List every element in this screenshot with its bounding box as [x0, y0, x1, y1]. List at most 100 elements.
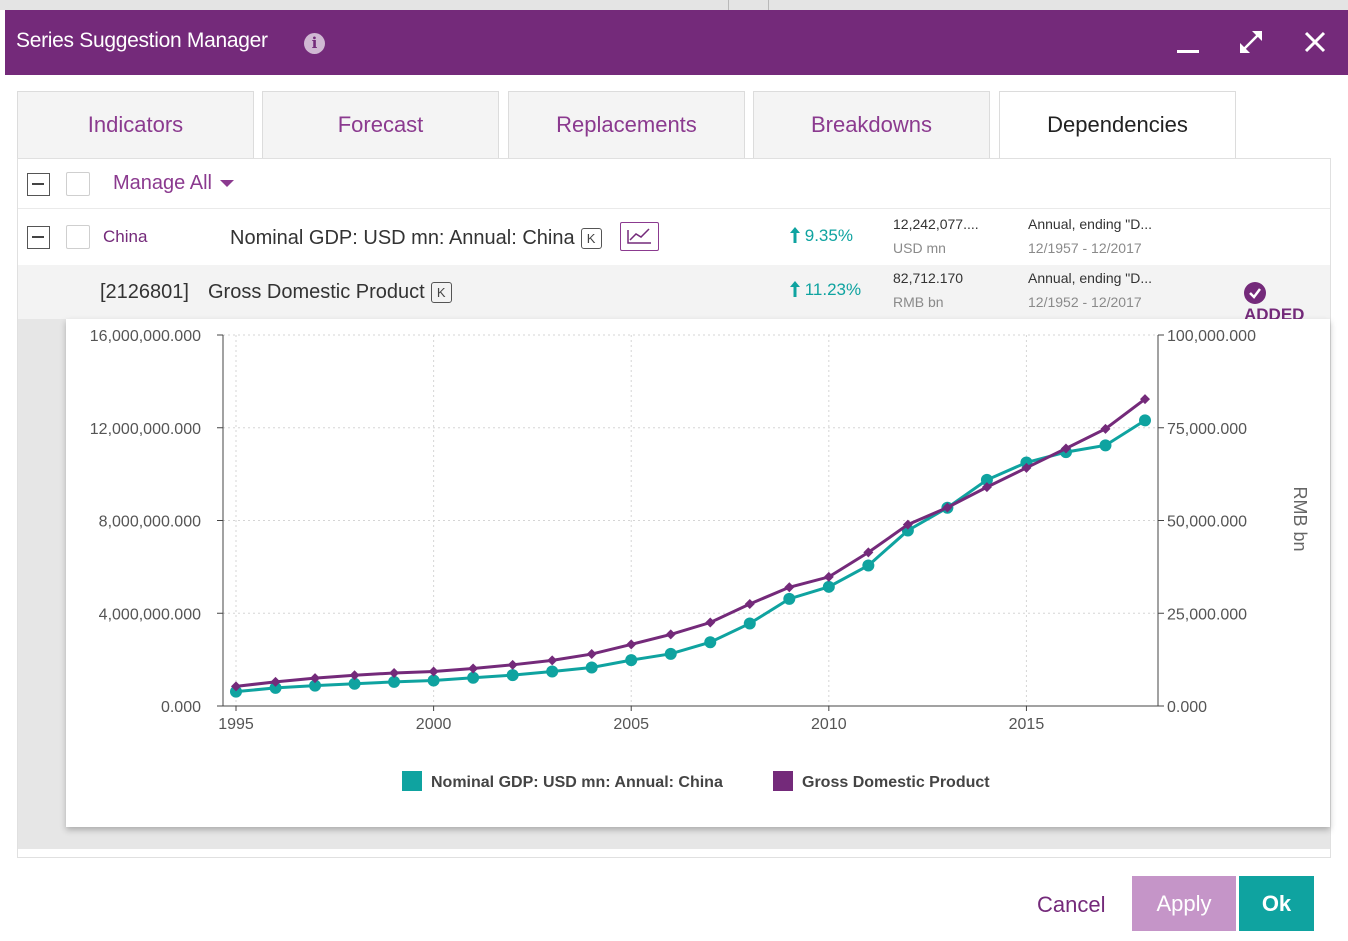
left-axis-tick-label: 4,000,000.000	[99, 606, 201, 623]
right-axis-tick-label: 50,000.000	[1167, 514, 1247, 531]
data-point	[547, 655, 558, 666]
series-line	[235, 397, 1146, 688]
manage-toolbar: Manage All	[18, 159, 1330, 209]
dialog-title: Series Suggestion Manager	[16, 29, 268, 52]
data-point	[783, 592, 796, 605]
view-chart-button[interactable]	[620, 222, 659, 251]
data-point	[506, 669, 519, 682]
chart-container: 16,000,000.000 12,000,000.000 8,000,000.00…	[18, 319, 1330, 849]
data-point	[704, 636, 717, 649]
series-row-gdp[interactable]: [2126801] Gross Domestic Product K 11.23%…	[18, 265, 1330, 324]
data-point	[705, 617, 716, 628]
data-point	[507, 659, 518, 670]
tab-replacements[interactable]: Replacements	[508, 91, 745, 158]
x-axis-tick-label: 2010	[811, 716, 847, 733]
tab-breakdowns[interactable]: Breakdowns	[753, 91, 990, 158]
change-indicator: 11.23%	[790, 280, 861, 300]
key-series-badge: K	[580, 228, 602, 249]
chart-card: 16,000,000.000 12,000,000.000 8,000,000.00…	[66, 319, 1330, 827]
key-series-badge: K	[430, 282, 452, 303]
tab-indicators[interactable]: Indicators	[17, 91, 254, 158]
change-percent: 9.35%	[804, 226, 853, 245]
check-circle-icon	[1244, 282, 1266, 304]
tab-forecast[interactable]: Forecast	[262, 91, 499, 158]
data-point	[1139, 414, 1151, 427]
close-button[interactable]	[1295, 22, 1335, 62]
data-point	[665, 629, 676, 640]
tab-dependencies[interactable]: Dependencies	[999, 91, 1236, 159]
latest-value: 12,242,077....	[893, 216, 979, 232]
x-axis-tick-label: 2015	[1009, 716, 1045, 733]
data-point	[744, 598, 755, 609]
expand-icon	[1240, 31, 1262, 53]
manage-all-label: Manage All	[113, 172, 212, 194]
arrow-up-icon	[790, 227, 800, 243]
cancel-button[interactable]: Cancel	[1025, 884, 1117, 926]
frequency-label: Annual, ending "D...	[1028, 270, 1153, 286]
data-point	[743, 617, 756, 630]
collapse-all-toggle[interactable]	[27, 173, 50, 196]
apply-button[interactable]: Apply	[1132, 876, 1236, 931]
row-series-name: Nominal GDP: USD mn: Annual: China	[230, 227, 575, 249]
series-id: [2126801]	[100, 281, 189, 303]
minimize-icon	[1177, 50, 1199, 53]
series-suggestion-manager-dialog: Series Suggestion Manager i Indicators F…	[5, 10, 1348, 941]
change-percent: 11.23%	[804, 280, 862, 299]
row-country: China	[103, 227, 148, 246]
legend-swatch	[773, 771, 793, 791]
unit-label: USD mn	[893, 240, 946, 256]
info-icon[interactable]: i	[304, 33, 325, 54]
series-row-nominal-gdp[interactable]: China Nominal GDP: USD mn: Annual: China…	[18, 211, 1330, 265]
data-point	[822, 580, 835, 593]
data-point	[625, 654, 638, 667]
data-point	[784, 582, 795, 593]
background-strip	[0, 0, 1348, 10]
row-series-name: Gross Domestic Product	[208, 281, 425, 303]
latest-value: 82,712.170	[893, 270, 964, 286]
change-indicator: 9.35%	[790, 226, 853, 246]
data-point	[546, 665, 559, 678]
background-divider	[768, 0, 769, 10]
data-point	[586, 649, 597, 660]
dependencies-panel: Manage All China Nominal GDP: USD mn: An…	[17, 158, 1331, 858]
collapse-row-toggle[interactable]	[27, 226, 50, 249]
legend-label: Nominal GDP: USD mn: Annual: China	[431, 774, 723, 791]
data-point	[664, 647, 677, 660]
expand-button[interactable]	[1231, 22, 1271, 62]
minimize-button[interactable]	[1168, 22, 1208, 62]
chevron-down-icon	[219, 180, 234, 188]
right-axis-tick-label: 25,000.000	[1167, 606, 1247, 623]
legend-label: Gross Domestic Product	[802, 774, 990, 791]
ok-button[interactable]: Ok	[1239, 876, 1314, 931]
data-point	[626, 639, 637, 650]
tab-bar: Indicators Forecast Replacements Breakdo…	[17, 91, 1331, 159]
arrow-up-icon	[790, 281, 800, 297]
left-axis-tick-label: 12,000,000.000	[90, 421, 201, 438]
frequency-label: Annual, ending "D...	[1028, 216, 1153, 232]
legend-swatch	[402, 771, 422, 791]
data-point	[862, 559, 875, 572]
right-axis-tick-label: 100,000.000	[1167, 328, 1256, 345]
manage-all-dropdown[interactable]: Manage All	[113, 172, 234, 195]
data-point	[389, 667, 400, 678]
left-axis-tick-label: 0.000	[161, 699, 201, 716]
series-line	[235, 419, 1146, 694]
data-point	[468, 663, 479, 674]
dependency-chart: 16,000,000.000 12,000,000.000 8,000,000.00…	[90, 328, 1310, 791]
background-divider	[728, 0, 729, 10]
date-range: 12/1957 - 12/2017	[1028, 240, 1142, 256]
dialog-titlebar: Series Suggestion Manager i	[5, 10, 1348, 75]
data-point	[349, 670, 360, 681]
line-chart-icon	[627, 228, 651, 244]
x-axis-tick-label: 1995	[218, 716, 254, 733]
left-axis-tick-label: 16,000,000.000	[90, 328, 201, 345]
left-axis-tick-label: 8,000,000.000	[99, 514, 201, 531]
close-icon	[1304, 31, 1326, 53]
right-axis-tick-label: 75,000.000	[1167, 421, 1247, 438]
unit-label: RMB bn	[893, 294, 944, 310]
select-all-checkbox[interactable]	[66, 172, 90, 196]
data-point	[1099, 439, 1112, 452]
data-point	[585, 661, 598, 674]
x-axis-tick-label: 2005	[613, 716, 649, 733]
row-checkbox[interactable]	[66, 225, 90, 249]
